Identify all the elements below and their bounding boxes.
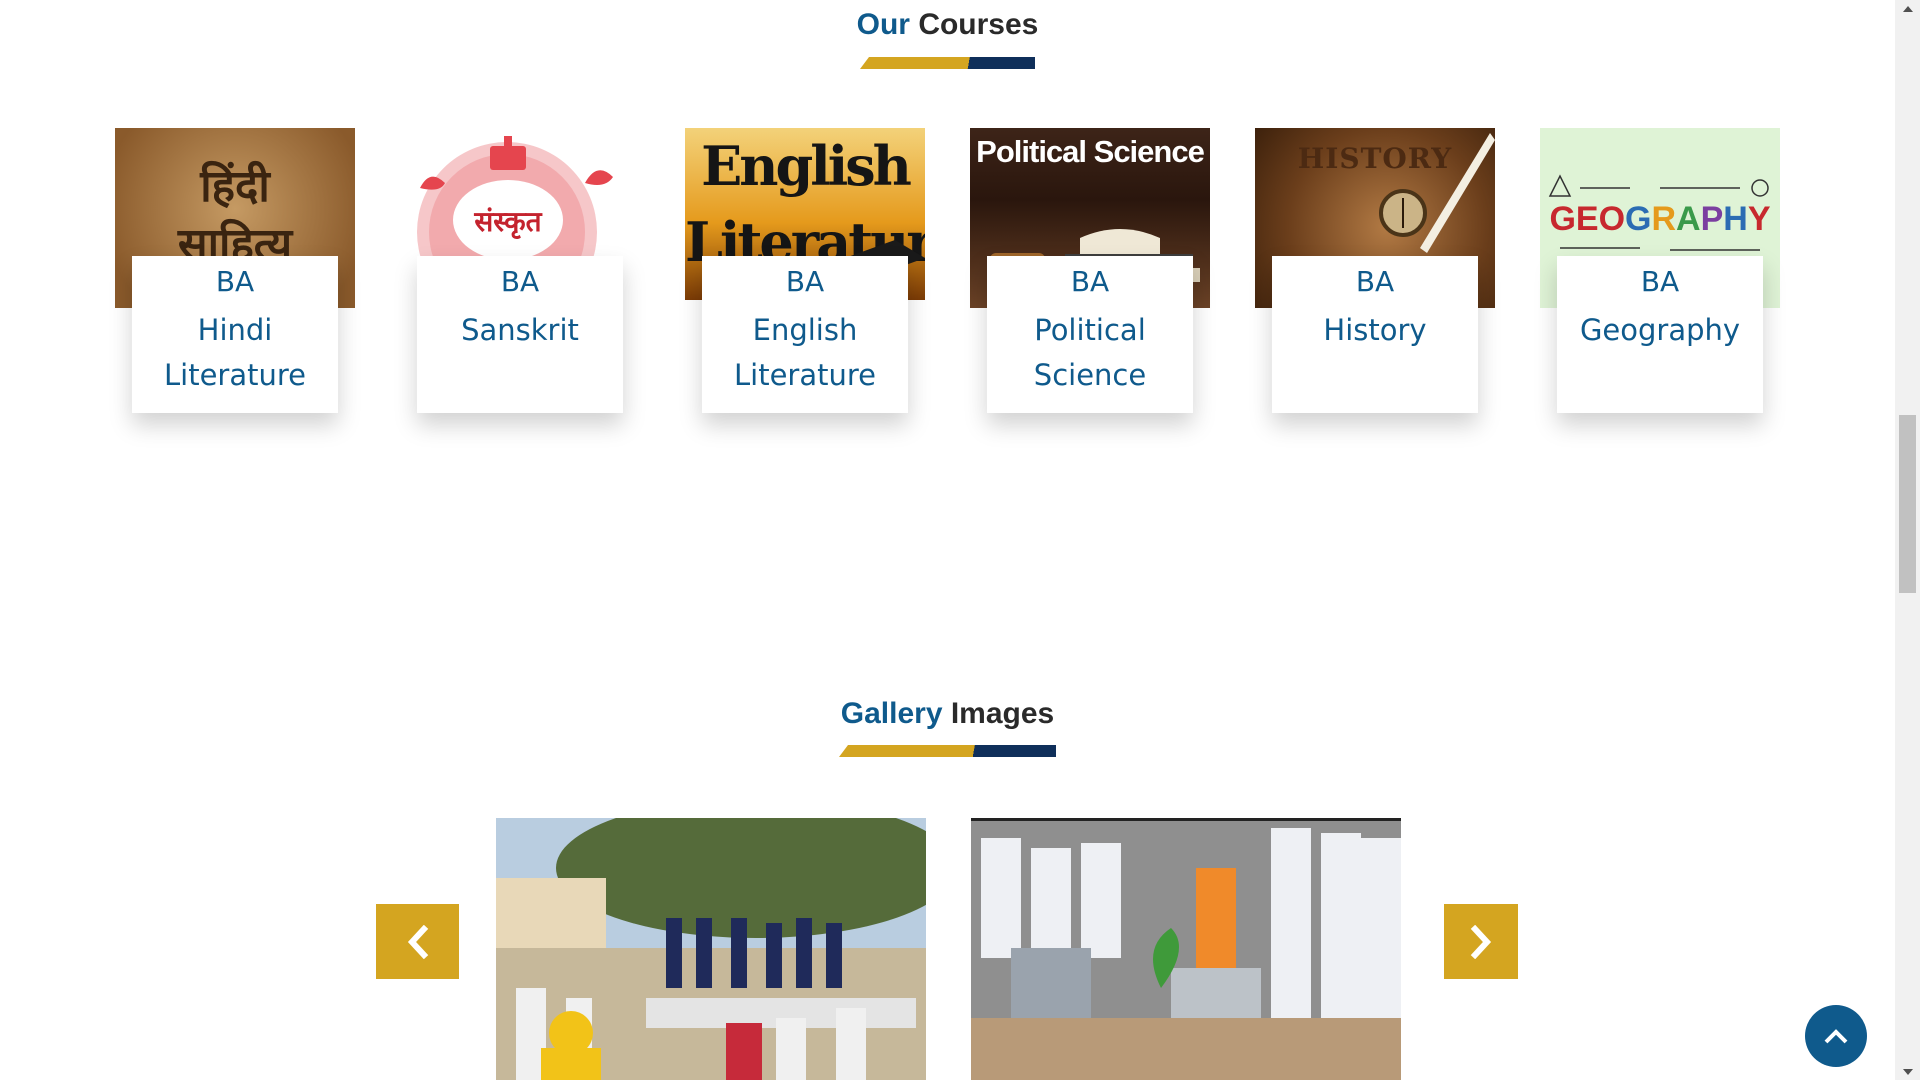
- course-card-history[interactable]: HISTORY BA History: [1255, 128, 1495, 414]
- assembly-photo: [496, 818, 926, 1080]
- course-name: English Literature: [734, 313, 876, 392]
- course-card-political-science[interactable]: Political Science BA Political Science: [970, 128, 1210, 414]
- course-degree: BA: [785, 265, 825, 298]
- course-label-card[interactable]: BA Geography: [1557, 256, 1763, 413]
- gallery-image-tree-planting[interactable]: [971, 818, 1401, 1080]
- scroll-up-arrow-icon[interactable]: [1895, 0, 1920, 17]
- course-degree: BA: [500, 265, 540, 298]
- courses-heading: Our Courses: [0, 8, 1895, 42]
- course-card-geography[interactable]: GEOGRAPHY BA Geography: [1540, 128, 1780, 414]
- scroll-down-arrow-icon[interactable]: [1895, 1063, 1920, 1080]
- chevron-up-icon: [1824, 1029, 1848, 1044]
- course-label-card[interactable]: BA English Literature: [702, 256, 908, 413]
- thumb-text-sanskrit: संस्कृत: [473, 205, 542, 239]
- scrollbar-thumb[interactable]: [1899, 415, 1916, 593]
- course-degree: BA: [1070, 265, 1110, 298]
- thumb-text-geography: GEOGRAPHY: [1549, 200, 1771, 238]
- course-name: Geography: [1579, 313, 1741, 347]
- course-card-sanskrit[interactable]: संस्कृत BA Sanskrit: [400, 128, 640, 414]
- courses-heading-underline: [860, 57, 1035, 69]
- gallery-heading-accent: Gallery: [840, 697, 943, 730]
- gallery-heading: Gallery Images: [0, 697, 1895, 731]
- gallery-heading-rest: Images: [950, 697, 1055, 730]
- course-degree: BA: [1640, 265, 1680, 298]
- scroll-to-top-button[interactable]: [1805, 1005, 1867, 1067]
- course-label-card[interactable]: BA Hindi Literature: [132, 256, 338, 413]
- course-card-english-literature[interactable]: English Literature BA English Literature: [685, 128, 925, 414]
- gallery-prev-button[interactable]: [376, 904, 459, 979]
- course-degree: BA: [1355, 265, 1395, 298]
- course-degree: BA: [215, 265, 255, 298]
- gallery-next-button[interactable]: [1444, 904, 1518, 979]
- chevron-right-icon: [1470, 924, 1492, 959]
- course-label-card[interactable]: BA History: [1272, 256, 1478, 413]
- page-scrollbar[interactable]: [1895, 0, 1920, 1080]
- chevron-left-icon: [407, 924, 428, 959]
- gallery-image-assembly[interactable]: [496, 818, 926, 1080]
- course-name: History: [1323, 313, 1427, 347]
- course-name: Hindi Literature: [164, 313, 306, 392]
- courses-heading-accent: Our: [856, 8, 910, 41]
- course-name: Sanskrit: [461, 313, 579, 347]
- course-name: Political Science: [1033, 313, 1147, 392]
- course-label-card[interactable]: BA Sanskrit: [417, 256, 623, 413]
- courses-heading-rest: Courses: [918, 8, 1039, 41]
- tree-planting-photo: [971, 818, 1401, 1080]
- course-label-card[interactable]: BA Political Science: [987, 256, 1193, 413]
- course-card-hindi-literature[interactable]: हिंदी साहित्य BA Hindi Literature: [115, 128, 355, 414]
- gallery-heading-underline: [839, 745, 1056, 757]
